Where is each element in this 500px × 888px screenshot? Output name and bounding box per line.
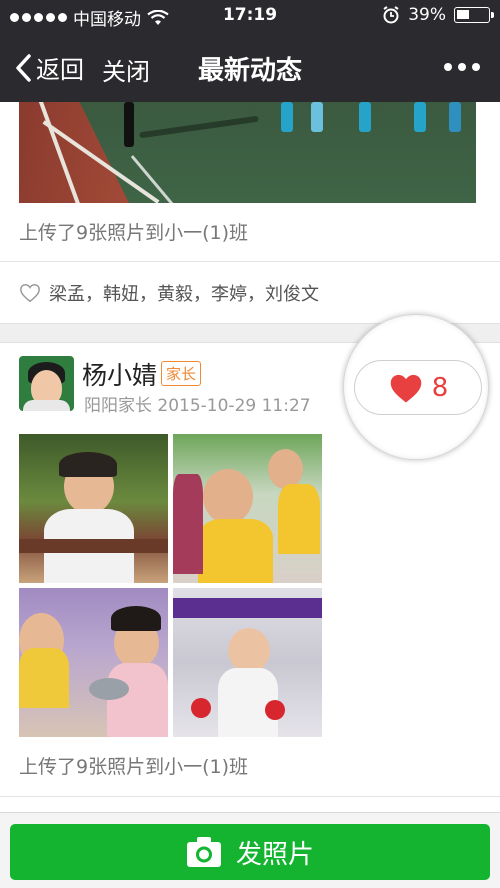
heart-icon	[390, 374, 421, 403]
heart-outline-icon[interactable]	[19, 282, 41, 304]
like-count: 8	[431, 372, 449, 403]
nav-bar: 返回 关闭 最新动态	[0, 32, 500, 102]
divider	[0, 796, 500, 797]
alarm-icon	[383, 6, 399, 24]
likers-list: 梁孟，韩妞，黄毅，李婷，刘俊文	[49, 284, 319, 305]
battery-percent: 39%	[408, 5, 446, 25]
more-dots-icon[interactable]	[444, 63, 480, 71]
post-photo[interactable]	[19, 588, 168, 737]
page-title: 最新动态	[197, 56, 302, 86]
divider	[0, 261, 500, 262]
battery-icon	[454, 7, 494, 23]
bottom-bar: 发照片	[0, 812, 500, 888]
status-bar: 中国移动 17:19 39%	[0, 0, 500, 32]
camera-icon	[186, 837, 221, 867]
post-photo-partial[interactable]	[19, 102, 476, 203]
author-name[interactable]: 杨小婧	[82, 356, 157, 392]
like-button[interactable]: 8	[354, 360, 482, 415]
likes-row: 梁孟，韩妞，黄毅，李婷，刘俊文	[19, 280, 319, 306]
post-caption: 上传了9张照片到小一(1)班	[19, 756, 249, 778]
role-badge: 家长	[161, 361, 202, 386]
post-caption: 上传了9张照片到小一(1)班	[19, 222, 249, 244]
post-photo[interactable]	[19, 434, 168, 583]
upload-photo-button[interactable]: 发照片	[10, 824, 490, 880]
post-meta: 阳阳家长 2015-10-29 11:27	[84, 396, 311, 416]
upload-label: 发照片	[235, 839, 314, 870]
avatar[interactable]	[19, 356, 74, 411]
post-photo[interactable]	[173, 588, 322, 737]
post-photo[interactable]	[173, 434, 322, 583]
